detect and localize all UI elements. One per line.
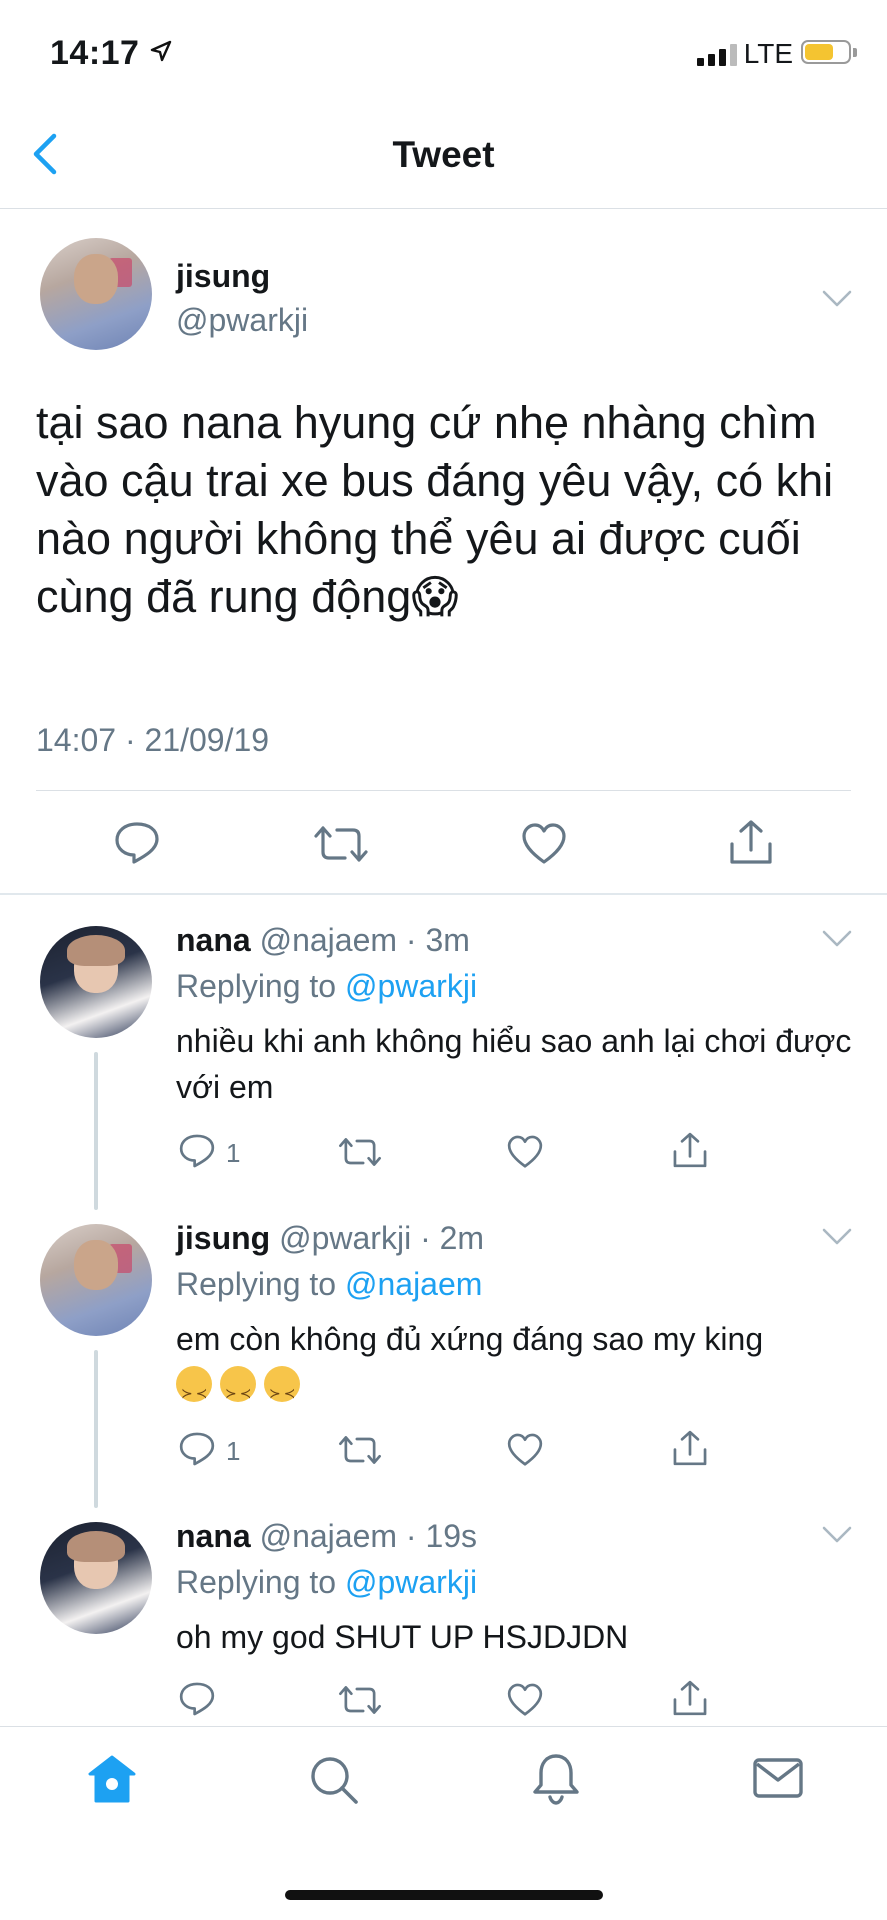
tired-face-emoji xyxy=(220,1366,256,1416)
chevron-down-icon[interactable] xyxy=(822,930,852,948)
battery-icon xyxy=(801,40,851,64)
retweet-icon[interactable] xyxy=(338,1682,382,1718)
reply-icon[interactable] xyxy=(113,820,161,866)
battery-tip xyxy=(853,48,857,57)
avatar-nana[interactable] xyxy=(40,926,152,1038)
reply-meta[interactable]: @najaem · 19s xyxy=(260,1518,477,1554)
nav-divider xyxy=(0,208,887,209)
page-title: Tweet xyxy=(392,134,495,175)
reply-text: nhiều khi anh không hiểu sao anh lại chơ… xyxy=(176,1023,852,1105)
share-icon[interactable] xyxy=(671,1428,709,1468)
reply-header: nana @najaem · 19s xyxy=(176,1518,477,1555)
reply-author-name[interactable]: nana xyxy=(176,1518,251,1554)
author-name[interactable]: jisung xyxy=(176,258,270,295)
replying-prefix: Replying to xyxy=(176,1564,337,1600)
share-icon[interactable] xyxy=(671,1130,709,1170)
signal-icon xyxy=(697,42,737,66)
replying-mention[interactable]: @pwarkji xyxy=(345,968,477,1004)
replying-to: Replying to @pwarkji xyxy=(176,968,477,1005)
reply-count: 1 xyxy=(226,1138,241,1168)
reply-icon[interactable] xyxy=(178,1132,216,1170)
home-icon[interactable] xyxy=(86,1754,138,1804)
replying-mention[interactable]: @pwarkji xyxy=(345,1564,477,1600)
replying-prefix: Replying to xyxy=(176,968,337,1004)
reply-author-name[interactable]: nana xyxy=(176,922,251,958)
replying-to: Replying to @najaem xyxy=(176,1266,482,1303)
reply-header: nana @najaem · 3m xyxy=(176,922,470,959)
bell-icon[interactable] xyxy=(530,1750,582,1806)
reply-count: 1 xyxy=(226,1436,241,1466)
reply-icon[interactable] xyxy=(178,1430,216,1468)
tab-bar-divider xyxy=(0,1726,887,1727)
heart-icon[interactable] xyxy=(520,822,568,866)
share-icon[interactable] xyxy=(727,818,775,866)
status-time: 14:17 xyxy=(50,34,140,72)
replying-prefix: Replying to xyxy=(176,1266,337,1302)
section-divider xyxy=(0,893,887,895)
reply-text: oh my god SHUT UP HSJDJDN xyxy=(176,1619,629,1655)
chevron-down-icon[interactable] xyxy=(822,290,852,308)
replying-mention[interactable]: @najaem xyxy=(345,1266,482,1302)
tweet-text: tại sao nana hyung cứ nhẹ nhàng chìm vào… xyxy=(36,397,834,622)
chevron-down-icon[interactable] xyxy=(822,1228,852,1246)
home-indicator xyxy=(285,1890,603,1900)
tired-face-emoji xyxy=(176,1366,212,1416)
chevron-down-icon[interactable] xyxy=(822,1526,852,1544)
heart-icon[interactable] xyxy=(506,1134,544,1170)
mail-icon[interactable] xyxy=(752,1756,804,1800)
retweet-icon[interactable] xyxy=(338,1134,382,1170)
retweet-icon[interactable] xyxy=(313,822,369,866)
tired-face-emoji xyxy=(264,1366,300,1416)
replying-to: Replying to @pwarkji xyxy=(176,1564,477,1601)
heart-icon[interactable] xyxy=(506,1682,544,1718)
carrier-label: LTE xyxy=(743,38,793,69)
retweet-icon[interactable] xyxy=(338,1432,382,1468)
reply-meta[interactable]: @pwarkji · 2m xyxy=(279,1220,484,1256)
avatar-jisung[interactable] xyxy=(40,1224,152,1336)
thread-line xyxy=(94,1052,98,1210)
avatar-nana[interactable] xyxy=(40,1522,152,1634)
reply-header: jisung @pwarkji · 2m xyxy=(176,1220,484,1257)
reply-text-content: em còn không đủ xứng đáng sao my king xyxy=(176,1321,764,1357)
reply-author-name[interactable]: jisung xyxy=(176,1220,270,1256)
share-icon[interactable] xyxy=(671,1678,709,1718)
author-handle[interactable]: @pwarkji xyxy=(176,302,308,339)
avatar-jisung[interactable] xyxy=(40,238,152,350)
heart-icon[interactable] xyxy=(506,1432,544,1468)
reply-meta[interactable]: @najaem · 3m xyxy=(260,922,470,958)
reply-icon[interactable] xyxy=(178,1680,216,1718)
reply-text: em còn không đủ xứng đáng sao my king xyxy=(176,1316,876,1416)
search-icon[interactable] xyxy=(308,1754,360,1806)
location-arrow-icon xyxy=(150,40,172,62)
tweet-timestamp: 14:07 · 21/09/19 xyxy=(36,722,270,758)
thread-line xyxy=(94,1350,98,1508)
meta-divider xyxy=(36,790,851,791)
